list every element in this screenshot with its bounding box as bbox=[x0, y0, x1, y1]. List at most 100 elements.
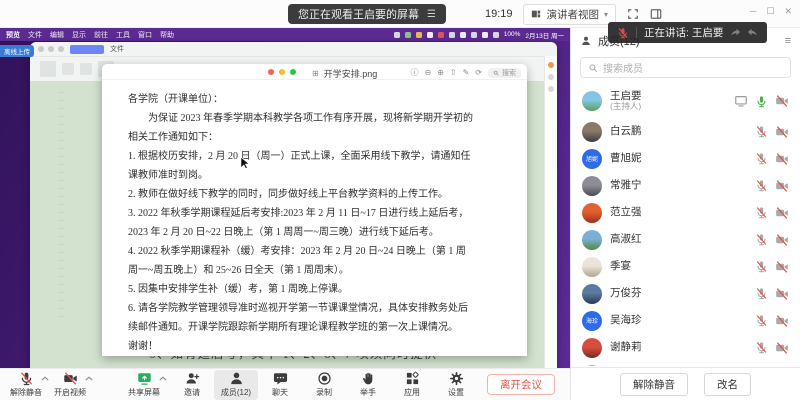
unmute-button[interactable]: 解除静音 bbox=[620, 373, 688, 396]
mic-off-icon bbox=[755, 152, 768, 165]
document-line: 5. 因集中安排学生补（缓）考，第 1 周晚上停课。 bbox=[128, 280, 503, 299]
clock: 19:19 bbox=[485, 8, 513, 20]
apps-icon bbox=[405, 371, 420, 386]
record-icon bbox=[317, 371, 332, 386]
wps-file-menu[interactable]: 文件 bbox=[110, 44, 124, 54]
mac-menu-item[interactable]: 工具 bbox=[116, 30, 130, 40]
floating-panel-sliver bbox=[544, 56, 557, 370]
mic-on-icon bbox=[755, 95, 768, 108]
preview-search-input[interactable]: 搜索 bbox=[488, 68, 521, 78]
toolbar-item-label: 录制 bbox=[316, 387, 332, 398]
close-icon[interactable]: ✕ bbox=[784, 6, 792, 17]
traffic-lights-icon[interactable] bbox=[268, 69, 296, 75]
member-row[interactable]: 白云鹏 bbox=[571, 118, 800, 145]
reply-arrow-icon[interactable] bbox=[746, 27, 758, 38]
settings-icon bbox=[449, 371, 464, 386]
leave-meeting-button[interactable]: 离开会议 bbox=[487, 374, 555, 395]
mic-muted-icon bbox=[617, 27, 629, 39]
toolbar-item-label: 成员(12) bbox=[221, 387, 251, 398]
member-search-placeholder: 搜索成员 bbox=[603, 60, 643, 75]
toolbar-members-button[interactable]: 成员(12) bbox=[214, 370, 258, 400]
chevron-up-icon[interactable] bbox=[85, 376, 93, 381]
menubar-status-icon bbox=[438, 32, 444, 38]
rename-button[interactable]: 改名 bbox=[704, 373, 751, 396]
panel-menu-icon[interactable]: ≡ bbox=[785, 35, 791, 47]
toolbar-chat-button[interactable]: 聊天 bbox=[258, 370, 302, 400]
member-list: 王启要 (主持人) 白云鹏 旭妮 曹旭妮 常雅宁 范立强 bbox=[571, 84, 800, 366]
member-name: 季宴 bbox=[610, 260, 631, 272]
minimize-icon[interactable]: ─ bbox=[750, 6, 756, 17]
member-row[interactable]: 范立强 bbox=[571, 199, 800, 226]
document-line: 各学院（开课单位）： bbox=[128, 90, 503, 109]
toolbar-settings-button[interactable]: 设置 bbox=[434, 370, 478, 400]
search-icon bbox=[588, 63, 598, 73]
member-status-icons bbox=[755, 314, 789, 328]
mouse-cursor-icon bbox=[240, 156, 250, 169]
member-row[interactable]: 谢静莉 bbox=[571, 334, 800, 361]
zoom-out-icon[interactable]: ⊖ bbox=[424, 68, 431, 77]
mac-status-icons: 100%2月13日 周一 bbox=[394, 30, 564, 40]
forward-arrow-icon[interactable] bbox=[730, 27, 742, 38]
toolbar-record-button[interactable]: 录制 bbox=[302, 370, 346, 400]
document-line: 周一~周五晚上）和 25~26 日全天（第 1 周周末）。 bbox=[128, 261, 503, 280]
toolbar-hand-button[interactable]: 举手 bbox=[346, 370, 390, 400]
member-row[interactable]: 季宴 bbox=[571, 253, 800, 280]
mac-menu-item[interactable]: 窗口 bbox=[138, 30, 152, 40]
zoom-in-icon[interactable]: ⊕ bbox=[437, 68, 444, 77]
member-search-input[interactable]: 搜索成员 bbox=[580, 57, 791, 78]
mac-menu-item[interactable]: 预览 bbox=[6, 30, 20, 40]
speaking-toast: 正在讲话: 王启要 bbox=[608, 22, 767, 43]
toolbar-apps-button[interactable]: 应用 bbox=[390, 370, 434, 400]
camera-off-icon bbox=[775, 206, 789, 220]
battery-level: 100% bbox=[504, 31, 521, 38]
toolbar-item-label: 应用 bbox=[404, 387, 420, 398]
copy-icon[interactable] bbox=[80, 63, 92, 75]
members-icon bbox=[229, 371, 244, 386]
member-row[interactable]: 海珍 吴海珍 bbox=[571, 307, 800, 334]
mac-menu-item[interactable]: 文件 bbox=[28, 30, 42, 40]
menubar-status-icon bbox=[405, 32, 411, 38]
member-row[interactable]: 万俊芬 bbox=[571, 280, 800, 307]
member-status-icons bbox=[755, 287, 789, 301]
member-row[interactable]: 旭妮 曹旭妮 bbox=[571, 145, 800, 172]
member-status-icons bbox=[755, 341, 789, 355]
paste-icon[interactable] bbox=[40, 61, 56, 77]
share-icon[interactable]: ⇧ bbox=[450, 68, 457, 77]
document-image: 各学院（开课单位）：为保证 2023 年春季学期本科教学各项工作有序开展，现将新… bbox=[102, 80, 527, 356]
member-status-icons bbox=[755, 179, 789, 193]
wps-tab-bar: 文件 bbox=[30, 42, 557, 57]
avatar bbox=[582, 230, 602, 250]
toolbar-invite-button[interactable]: 邀请 bbox=[170, 370, 214, 400]
fullscreen-icon[interactable] bbox=[627, 8, 639, 20]
member-row[interactable]: 王启要 (主持人) bbox=[571, 84, 800, 118]
info-icon[interactable]: ⓘ bbox=[410, 67, 418, 78]
toolbar-mic-off-button[interactable]: 解除静音 bbox=[4, 370, 48, 400]
member-row[interactable]: 张蕾蕾 bbox=[571, 361, 800, 366]
mac-menu-item[interactable]: 显示 bbox=[72, 30, 86, 40]
list-icon[interactable]: ☰ bbox=[427, 9, 436, 20]
mac-menu-item[interactable]: 帮助 bbox=[160, 30, 174, 40]
toolbar-cam-off-button[interactable]: 开启视频 bbox=[48, 370, 92, 400]
member-row[interactable]: 高淑红 bbox=[571, 226, 800, 253]
menubar-status-icon bbox=[471, 32, 477, 38]
maximize-icon[interactable]: ☐ bbox=[766, 6, 774, 17]
chevron-up-icon[interactable] bbox=[159, 376, 167, 381]
mac-menu-item[interactable]: 前往 bbox=[94, 30, 108, 40]
view-mode-selector[interactable]: 演讲者视图 ▾ bbox=[523, 4, 616, 25]
member-role: (主持人) bbox=[610, 102, 642, 112]
markup-icon[interactable]: ✎ bbox=[463, 68, 470, 77]
avatar: 旭妮 bbox=[582, 149, 602, 169]
layout-icon[interactable] bbox=[650, 8, 662, 20]
toolbar-item-label: 邀请 bbox=[184, 387, 200, 398]
rotate-icon[interactable]: ⟳ bbox=[475, 68, 482, 77]
mac-menubar: 预览文件编辑显示前往工具窗口帮助 100%2月13日 周一 bbox=[0, 28, 570, 41]
toolbar-screen-share-button[interactable]: 共享屏幕 bbox=[122, 370, 166, 400]
avatar bbox=[582, 365, 602, 367]
mac-menu-item[interactable]: 编辑 bbox=[50, 30, 64, 40]
active-doc-tab[interactable] bbox=[70, 45, 104, 54]
camera-off-icon bbox=[775, 287, 789, 301]
member-row[interactable]: 常雅宁 bbox=[571, 172, 800, 199]
preview-search-placeholder: 搜索 bbox=[502, 68, 516, 78]
avatar bbox=[582, 338, 602, 358]
cut-icon[interactable] bbox=[62, 63, 74, 75]
